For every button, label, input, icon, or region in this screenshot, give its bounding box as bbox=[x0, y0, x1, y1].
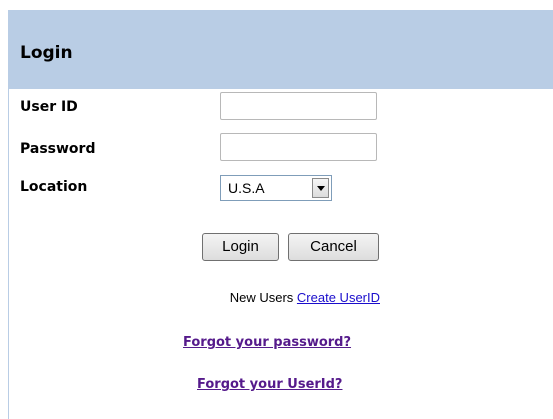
chevron-down-icon[interactable] bbox=[312, 178, 329, 198]
cancel-button[interactable]: Cancel bbox=[288, 233, 379, 261]
password-input[interactable] bbox=[220, 133, 377, 161]
forgot-userid-link[interactable]: Forgot your UserId? bbox=[9, 377, 553, 392]
login-panel: Login User ID Password Location U.S.A Lo… bbox=[8, 10, 553, 419]
user-id-label: User ID bbox=[20, 99, 78, 115]
location-select[interactable]: U.S.A bbox=[220, 175, 332, 201]
location-label: Location bbox=[20, 179, 88, 195]
login-button[interactable]: Login bbox=[202, 233, 279, 261]
create-userid-link[interactable]: Create UserID bbox=[297, 290, 380, 305]
new-users-line: New Users Create UserID bbox=[9, 290, 380, 305]
login-header: Login bbox=[9, 10, 553, 89]
location-select-value: U.S.A bbox=[228, 180, 265, 196]
login-title: Login bbox=[20, 43, 73, 63]
user-id-input[interactable] bbox=[220, 92, 377, 120]
password-label: Password bbox=[20, 141, 96, 157]
forgot-password-link[interactable]: Forgot your password? bbox=[9, 335, 553, 350]
new-users-text: New Users bbox=[229, 290, 294, 305]
